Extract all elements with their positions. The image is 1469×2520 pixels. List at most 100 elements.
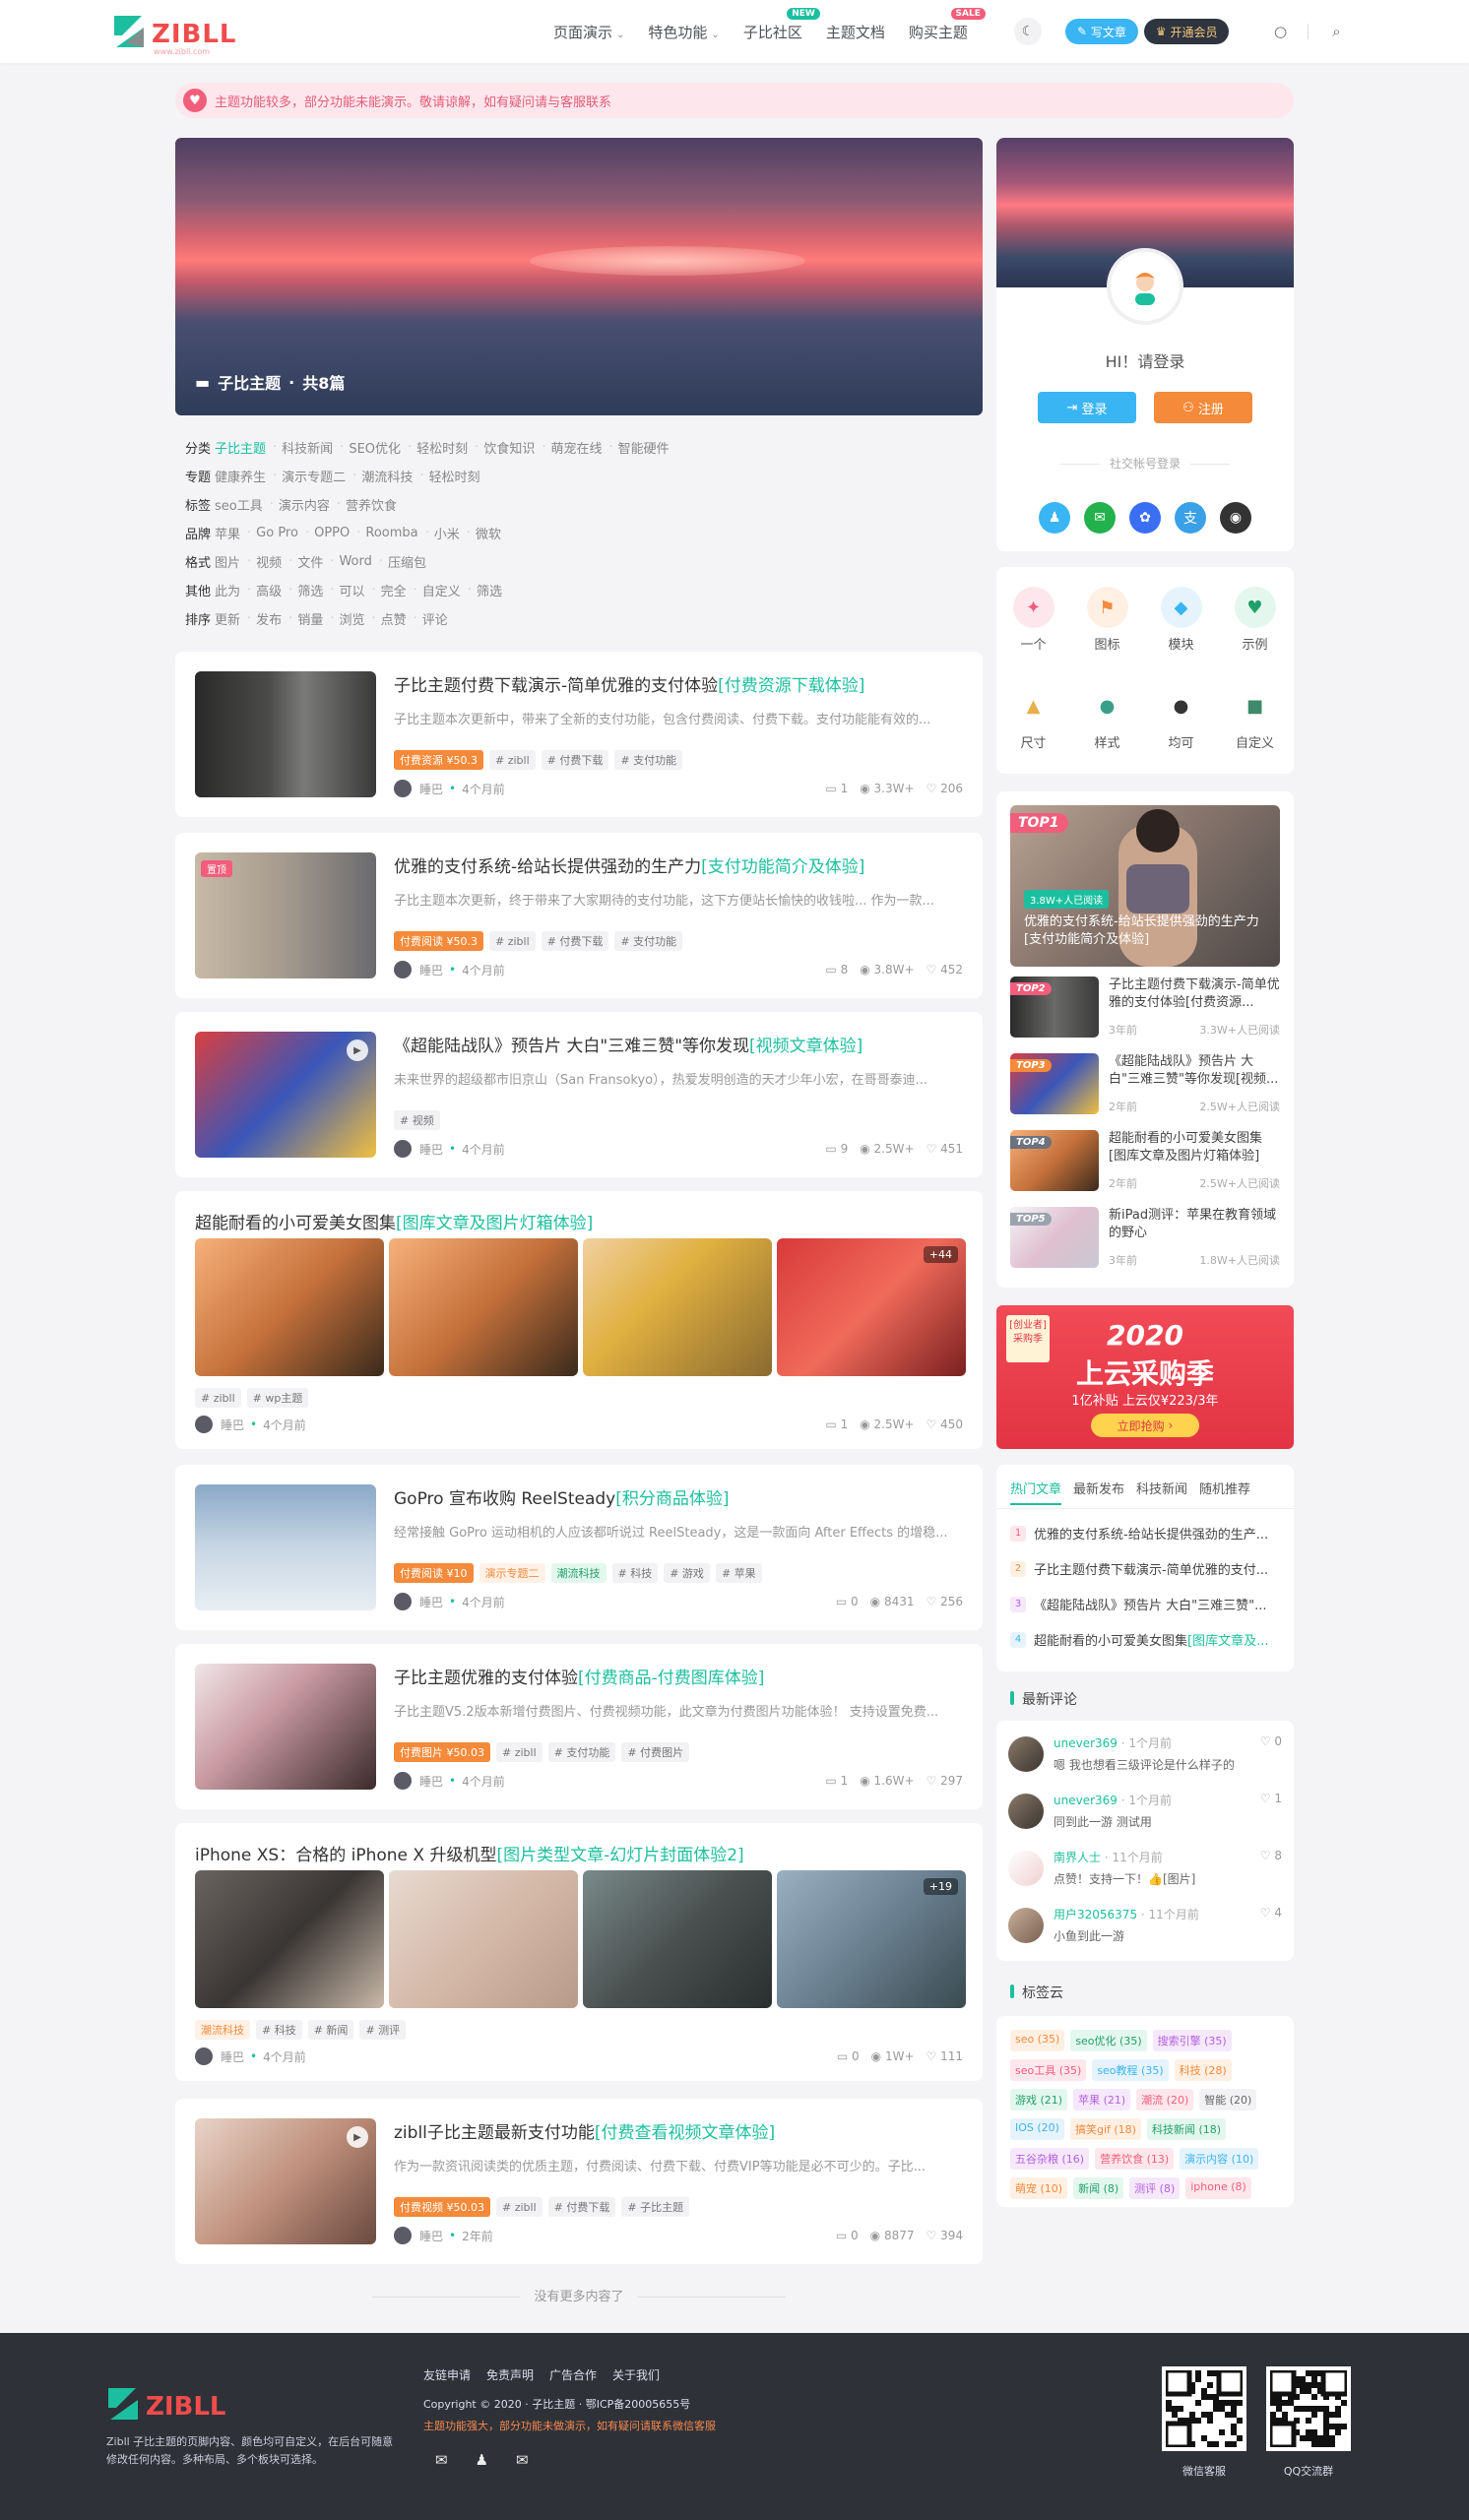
post-card[interactable]: 子比主题付费下载演示-简单优雅的支付体验[付费资源下载体验] 子比主题本次更新中，… bbox=[175, 652, 983, 817]
tag-cloud-item[interactable]: 五谷杂粮 (16) bbox=[1010, 2148, 1090, 2170]
hot-tab[interactable]: 随机推荐 bbox=[1199, 1479, 1250, 1505]
tag-cloud-item[interactable]: 科技新闻 (18) bbox=[1146, 2118, 1227, 2140]
tag-cloud-item[interactable]: 苹果 (21) bbox=[1073, 2089, 1131, 2110]
dark-mode-toggle-icon[interactable]: ☾ bbox=[1014, 18, 1042, 45]
hot-post-item[interactable]: 3 《超能陆战队》预告片 大白"三难三赞"... bbox=[1010, 1595, 1280, 1613]
post-title[interactable]: GoPro 宣布收购 ReelSteady[积分商品体验] bbox=[394, 1484, 730, 1509]
post-tag[interactable]: # 支付功能 bbox=[614, 750, 683, 770]
post-title[interactable]: 子比主题付费下载演示-简单优雅的支付体验[付费资源下载体验] bbox=[394, 671, 864, 696]
icon-grid-item[interactable]: ◆ 模块 bbox=[1144, 587, 1218, 653]
filter-option[interactable]: 自定义 bbox=[422, 581, 461, 599]
filter-option[interactable]: 视频 bbox=[256, 552, 282, 571]
footer-link[interactable]: 关于我们 bbox=[612, 2366, 660, 2383]
filter-option[interactable]: 评论 bbox=[422, 609, 448, 628]
filter-option[interactable]: 可以 bbox=[339, 581, 364, 599]
ranking-item[interactable]: TOP5 新iPad测评：苹果在教育领域的野心 3年前 1.8W+人已阅读 bbox=[1010, 1207, 1280, 1272]
wechat-icon[interactable]: ✉ bbox=[1084, 502, 1116, 534]
tag-cloud-item[interactable]: seo (35) bbox=[1010, 2030, 1065, 2051]
nav-item[interactable]: 子比社区 NEW bbox=[732, 7, 820, 42]
author-avatar[interactable] bbox=[394, 961, 412, 978]
author-name[interactable]: 睡巴 bbox=[419, 1594, 443, 1610]
gallery-image[interactable]: +19 bbox=[777, 1870, 966, 2008]
footer-link[interactable]: 友链申请 bbox=[423, 2366, 471, 2383]
comment-likes[interactable]: ♡ 1 bbox=[1260, 1792, 1282, 1805]
post-tag[interactable]: # wp主题 bbox=[246, 1388, 309, 1408]
icon-grid-item[interactable]: ■ 自定义 bbox=[1218, 685, 1292, 751]
filter-option[interactable]: 营养饮食 bbox=[346, 495, 397, 514]
author-avatar[interactable] bbox=[394, 1140, 412, 1158]
post-card[interactable]: 子比主题优雅的支付体验[付费商品-付费图库体验] 子比主题V5.2版本新增付费图片… bbox=[175, 1644, 983, 1809]
post-tag[interactable]: # zibll bbox=[195, 1388, 241, 1408]
commenter-name[interactable]: 用户32056375 bbox=[1054, 1908, 1137, 1922]
tag-cloud-item[interactable]: 科技 (28) bbox=[1174, 2059, 1232, 2081]
commenter-name[interactable]: 南界人士 bbox=[1054, 1851, 1101, 1864]
author-avatar[interactable] bbox=[394, 2227, 412, 2244]
post-tag[interactable]: 付费视频 ¥50.03 bbox=[394, 2197, 490, 2217]
footer-logo[interactable]: ZIBLL bbox=[106, 2386, 234, 2426]
user-avatar[interactable] bbox=[1107, 248, 1183, 325]
baidu-icon[interactable]: ✿ bbox=[1129, 502, 1161, 534]
author-name[interactable]: 睡巴 bbox=[221, 1417, 244, 1433]
post-tag[interactable]: # 科技 bbox=[611, 1563, 659, 1583]
tag-cloud-item[interactable]: iphone (8) bbox=[1185, 2177, 1251, 2199]
post-tag[interactable]: # 付费图片 bbox=[621, 1742, 690, 1762]
qq-icon[interactable]: ♟ bbox=[476, 2451, 488, 2469]
post-thumbnail[interactable] bbox=[195, 1484, 376, 1610]
author-name[interactable]: 睡巴 bbox=[419, 2228, 443, 2244]
promo-ad-banner[interactable]: [创业者] 采购季 2020 上云采购季 1亿补贴 上云仅¥223/3年 立即抢… bbox=[996, 1305, 1294, 1449]
post-tag[interactable]: 演示专题二 bbox=[479, 1563, 545, 1583]
post-tag[interactable]: # zibll bbox=[489, 750, 536, 770]
filter-option[interactable]: Word bbox=[339, 554, 371, 569]
author-avatar[interactable] bbox=[394, 780, 412, 797]
post-tag[interactable]: # 付费下载 bbox=[541, 750, 609, 770]
author-name[interactable]: 睡巴 bbox=[419, 781, 443, 797]
filter-option[interactable]: 轻松时刻 bbox=[416, 438, 468, 457]
comment-item[interactable]: unever369 · 1个月前 ♡ 0 嗯 我也想看三级评论是什么样子的 bbox=[1008, 1734, 1282, 1790]
commenter-avatar[interactable] bbox=[1008, 1736, 1044, 1772]
post-tag[interactable]: 潮流科技 bbox=[550, 1563, 607, 1583]
commenter-name[interactable]: unever369 bbox=[1054, 1736, 1118, 1750]
icon-grid-item[interactable]: ● 均可 bbox=[1144, 685, 1218, 751]
post-tag[interactable]: # 支付功能 bbox=[547, 1742, 616, 1762]
icon-grid-item[interactable]: ● 样式 bbox=[1070, 685, 1144, 751]
gallery-image[interactable] bbox=[389, 1238, 578, 1376]
hot-post-item[interactable]: 4 超能耐看的小可爱美女图集 [图库文章及... bbox=[1010, 1630, 1280, 1649]
ranking-item[interactable]: TOP2 子比主题付费下载演示-简单优雅的支付体验[付费资源... 3年前 3.3W+… bbox=[1010, 976, 1280, 1041]
write-post-button[interactable]: ✎ 写文章 bbox=[1065, 19, 1138, 44]
tag-cloud-item[interactable]: 萌宠 (10) bbox=[1010, 2177, 1068, 2199]
register-button[interactable]: ⚇ 注册 bbox=[1154, 392, 1252, 423]
tag-cloud-item[interactable]: 营养饮食 (13) bbox=[1095, 2148, 1175, 2170]
author-avatar[interactable] bbox=[195, 1416, 213, 1433]
post-tag[interactable]: # 付费下载 bbox=[547, 2197, 616, 2217]
filter-option[interactable]: 压缩包 bbox=[388, 552, 426, 571]
icon-grid-item[interactable]: ▲ 尺寸 bbox=[996, 685, 1070, 751]
post-tag[interactable]: # 测评 bbox=[359, 2020, 407, 2040]
post-tag[interactable]: # zibll bbox=[496, 2197, 543, 2217]
post-title[interactable]: zibll子比主题最新支付功能[付费查看视频文章体验] bbox=[394, 2118, 775, 2143]
post-card[interactable]: ▶ 《超能陆战队》预告片 大白"三难三赞"等你发现[视频文章体验] 未来世界的超级都… bbox=[175, 1012, 983, 1177]
filter-option[interactable]: 筛选 bbox=[297, 581, 323, 599]
post-tag[interactable]: 付费图片 ¥50.03 bbox=[394, 1742, 490, 1762]
ranking-item[interactable]: TOP3 《超能陆战队》预告片 大白"三难三赞"等你发现[视频... 2年前 2.5W… bbox=[1010, 1053, 1280, 1118]
filter-option[interactable]: 智能硬件 bbox=[618, 438, 670, 457]
post-title[interactable]: 超能耐看的小可爱美女图集[图库文章及图片灯箱体验] bbox=[195, 1209, 593, 1233]
post-thumbnail[interactable]: ▶ bbox=[195, 2118, 376, 2244]
post-card[interactable]: GoPro 宣布收购 ReelSteady[积分商品体验] 经常接触 GoPro … bbox=[175, 1465, 983, 1630]
filter-option[interactable]: 点赞 bbox=[381, 609, 407, 628]
footer-link[interactable]: 广告合作 bbox=[549, 2366, 597, 2383]
nav-item[interactable]: 主题文档 bbox=[814, 22, 897, 42]
notification-bell-icon[interactable]: ○ bbox=[1268, 20, 1292, 43]
commenter-avatar[interactable] bbox=[1008, 1851, 1044, 1886]
post-tag[interactable]: # 视频 bbox=[394, 1110, 440, 1130]
filter-option[interactable]: 潮流科技 bbox=[361, 467, 413, 485]
filter-option[interactable]: 科技新闻 bbox=[282, 438, 333, 457]
filter-option[interactable]: 演示专题二 bbox=[282, 467, 346, 485]
tag-cloud-item[interactable]: 测评 (8) bbox=[1129, 2177, 1181, 2199]
post-title[interactable]: 《超能陆战队》预告片 大白"三难三赞"等你发现[视频文章体验] bbox=[394, 1032, 862, 1056]
post-card[interactable]: 超能耐看的小可爱美女图集[图库文章及图片灯箱体验] +44 # zibll # wp主… bbox=[175, 1191, 983, 1449]
filter-option[interactable]: 浏览 bbox=[339, 609, 364, 628]
vip-button[interactable]: ♛ 开通会员 bbox=[1143, 19, 1230, 44]
commenter-name[interactable]: unever369 bbox=[1054, 1794, 1118, 1807]
hot-tab[interactable]: 科技新闻 bbox=[1136, 1479, 1187, 1505]
filter-option[interactable]: 筛选 bbox=[477, 581, 502, 599]
